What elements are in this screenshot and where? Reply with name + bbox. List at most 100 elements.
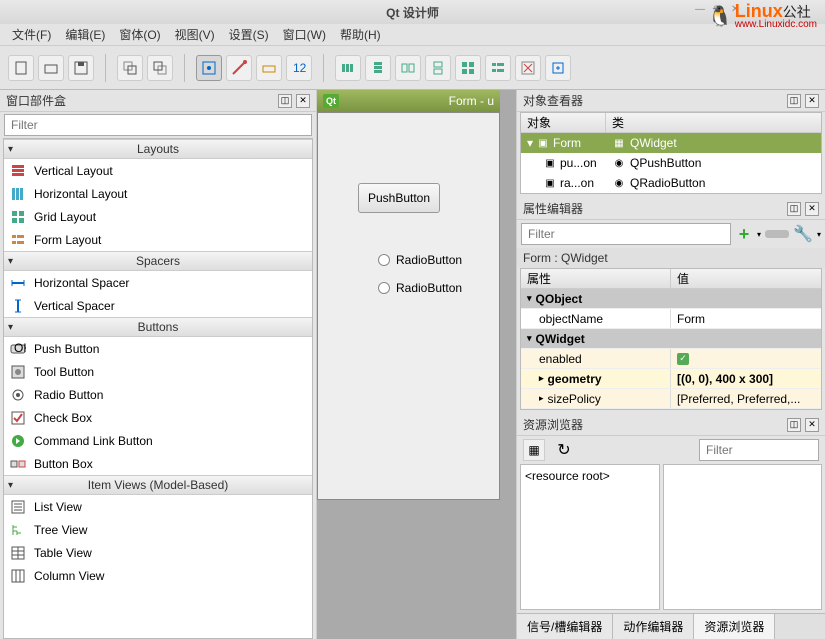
form-title: Form - u bbox=[345, 94, 494, 108]
resource-browser-title: 资源浏览器 bbox=[523, 416, 583, 433]
category-header[interactable]: Spacers bbox=[4, 251, 312, 271]
widget-item[interactable]: Command Link Button bbox=[4, 429, 312, 452]
radio-icon bbox=[10, 387, 26, 403]
widget-item[interactable]: OKPush Button bbox=[4, 337, 312, 360]
widget-item[interactable]: List View bbox=[4, 495, 312, 518]
category-header[interactable]: Buttons bbox=[4, 317, 312, 337]
menu-form[interactable]: 窗体(O) bbox=[119, 26, 160, 43]
widget-item[interactable]: Tool Button bbox=[4, 360, 312, 383]
widget-item-label: Push Button bbox=[34, 342, 99, 356]
widget-filter-input[interactable] bbox=[4, 114, 312, 136]
edit-buddies-icon[interactable] bbox=[256, 55, 282, 81]
spacer-h-icon bbox=[10, 275, 26, 291]
category-header[interactable]: Layouts bbox=[4, 139, 312, 159]
close-panel-icon[interactable]: ✕ bbox=[805, 202, 819, 216]
tab-action-editor[interactable]: 动作编辑器 bbox=[613, 614, 694, 639]
tool-icon bbox=[10, 364, 26, 380]
reload-icon[interactable]: ↻ bbox=[553, 439, 575, 461]
layout-h-icon[interactable] bbox=[335, 55, 361, 81]
layout-vsplit-icon[interactable] bbox=[425, 55, 451, 81]
widget-item-label: List View bbox=[34, 500, 82, 514]
widget-item[interactable]: Vertical Spacer bbox=[4, 294, 312, 317]
widget-item[interactable]: Grid Layout bbox=[4, 205, 312, 228]
property-row[interactable]: geometry [(0, 0), 400 x 300] bbox=[521, 369, 821, 389]
property-row[interactable]: enabled ✓ bbox=[521, 349, 821, 369]
form-titlebar[interactable]: Qt Form - u bbox=[317, 90, 500, 112]
property-tree[interactable]: 属性 值 QObject objectName FormQWidget enab… bbox=[520, 268, 822, 410]
detach-icon[interactable]: ◫ bbox=[278, 94, 292, 108]
add-property-icon[interactable]: + bbox=[735, 225, 753, 243]
configure-icon[interactable]: 🔧 bbox=[793, 224, 813, 244]
widget-item[interactable]: Tree View bbox=[4, 518, 312, 541]
layout-grid-icon[interactable] bbox=[455, 55, 481, 81]
tree-header-object[interactable]: 对象 bbox=[521, 113, 606, 132]
widget-item[interactable]: Vertical Layout bbox=[4, 159, 312, 182]
menu-help[interactable]: 帮助(H) bbox=[340, 26, 381, 43]
layout-v-icon[interactable] bbox=[365, 55, 391, 81]
new-icon[interactable] bbox=[8, 55, 34, 81]
adjust-size-icon[interactable] bbox=[545, 55, 571, 81]
menu-edit[interactable]: 编辑(E) bbox=[65, 26, 105, 43]
widget-item[interactable]: Column View bbox=[4, 564, 312, 587]
tab-signal-slot[interactable]: 信号/槽编辑器 bbox=[517, 614, 613, 639]
widget-item-label: Horizontal Spacer bbox=[34, 276, 129, 290]
bottom-tabs: 信号/槽编辑器 动作编辑器 资源浏览器 bbox=[517, 613, 825, 639]
form-design-area[interactable]: Qt Form - u PushButton RadioButton Radio… bbox=[317, 90, 516, 639]
tree-row[interactable]: ▾▣Form ▦QWidget bbox=[521, 133, 821, 153]
tab-resource-browser[interactable]: 资源浏览器 bbox=[694, 614, 775, 639]
widget-item[interactable]: Radio Button bbox=[4, 383, 312, 406]
push-button-widget[interactable]: PushButton bbox=[358, 183, 440, 213]
detach-icon[interactable]: ◫ bbox=[787, 418, 801, 432]
edit-signals-icon[interactable] bbox=[226, 55, 252, 81]
property-filter-input[interactable] bbox=[521, 223, 731, 245]
menu-settings[interactable]: 设置(S) bbox=[229, 26, 269, 43]
form-canvas[interactable]: PushButton RadioButton RadioButton bbox=[317, 112, 500, 500]
resource-filter-input[interactable] bbox=[699, 439, 819, 461]
remove-property-icon[interactable] bbox=[765, 230, 789, 238]
tree-header-class[interactable]: 类 bbox=[606, 113, 630, 132]
send-back-icon[interactable] bbox=[117, 55, 143, 81]
open-icon[interactable] bbox=[38, 55, 64, 81]
widget-item[interactable]: Button Box bbox=[4, 452, 312, 475]
property-row[interactable]: objectName Form bbox=[521, 309, 821, 329]
menu-window[interactable]: 窗口(W) bbox=[283, 26, 326, 43]
tree-row[interactable]: ▣pu...on ◉QPushButton bbox=[521, 153, 821, 173]
widget-item[interactable]: Table View bbox=[4, 541, 312, 564]
widget-item[interactable]: Check Box bbox=[4, 406, 312, 429]
penguin-icon: 🐧 bbox=[708, 4, 733, 29]
object-tree[interactable]: 对象 类 ▾▣Form ▦QWidget ▣pu...on ◉QPushButt… bbox=[520, 112, 822, 194]
radio-button-1[interactable]: RadioButton bbox=[378, 253, 462, 267]
layout-form-icon[interactable] bbox=[485, 55, 511, 81]
property-row[interactable]: sizePolicy [Preferred, Preferred,... bbox=[521, 389, 821, 409]
property-section[interactable]: QObject bbox=[521, 289, 821, 309]
close-panel-icon[interactable]: ✕ bbox=[805, 418, 819, 432]
edit-widgets-icon[interactable] bbox=[196, 55, 222, 81]
edit-tabs-icon[interactable]: 123 bbox=[286, 55, 312, 81]
widget-item-label: Button Box bbox=[34, 457, 93, 471]
radio-button-2[interactable]: RadioButton bbox=[378, 281, 462, 295]
break-layout-icon[interactable] bbox=[515, 55, 541, 81]
resource-tree[interactable]: <resource root> bbox=[520, 464, 660, 610]
close-panel-icon[interactable]: ✕ bbox=[805, 94, 819, 108]
prop-header-value[interactable]: 值 bbox=[671, 269, 695, 288]
tree-row[interactable]: ▣ra...on ◉QRadioButton bbox=[521, 173, 821, 193]
close-panel-icon[interactable]: ✕ bbox=[296, 94, 310, 108]
widget-item[interactable]: Form Layout bbox=[4, 228, 312, 251]
category-header[interactable]: Item Views (Model-Based) bbox=[4, 475, 312, 495]
bring-front-icon[interactable] bbox=[147, 55, 173, 81]
layout-hsplit-icon[interactable] bbox=[395, 55, 421, 81]
resource-root[interactable]: <resource root> bbox=[525, 469, 610, 483]
property-section[interactable]: QWidget bbox=[521, 329, 821, 349]
class-icon: ▦ bbox=[612, 136, 626, 150]
widget-item[interactable]: Horizontal Layout bbox=[4, 182, 312, 205]
menu-view[interactable]: 视图(V) bbox=[175, 26, 215, 43]
save-icon[interactable] bbox=[68, 55, 94, 81]
menu-file[interactable]: 文件(F) bbox=[12, 26, 51, 43]
tree-icon bbox=[10, 522, 26, 538]
detach-icon[interactable]: ◫ bbox=[787, 202, 801, 216]
prop-header-name[interactable]: 属性 bbox=[521, 269, 671, 288]
widget-item[interactable]: Horizontal Spacer bbox=[4, 271, 312, 294]
edit-resources-icon[interactable]: ▦ bbox=[523, 439, 545, 461]
list-icon bbox=[10, 499, 26, 515]
detach-icon[interactable]: ◫ bbox=[787, 94, 801, 108]
